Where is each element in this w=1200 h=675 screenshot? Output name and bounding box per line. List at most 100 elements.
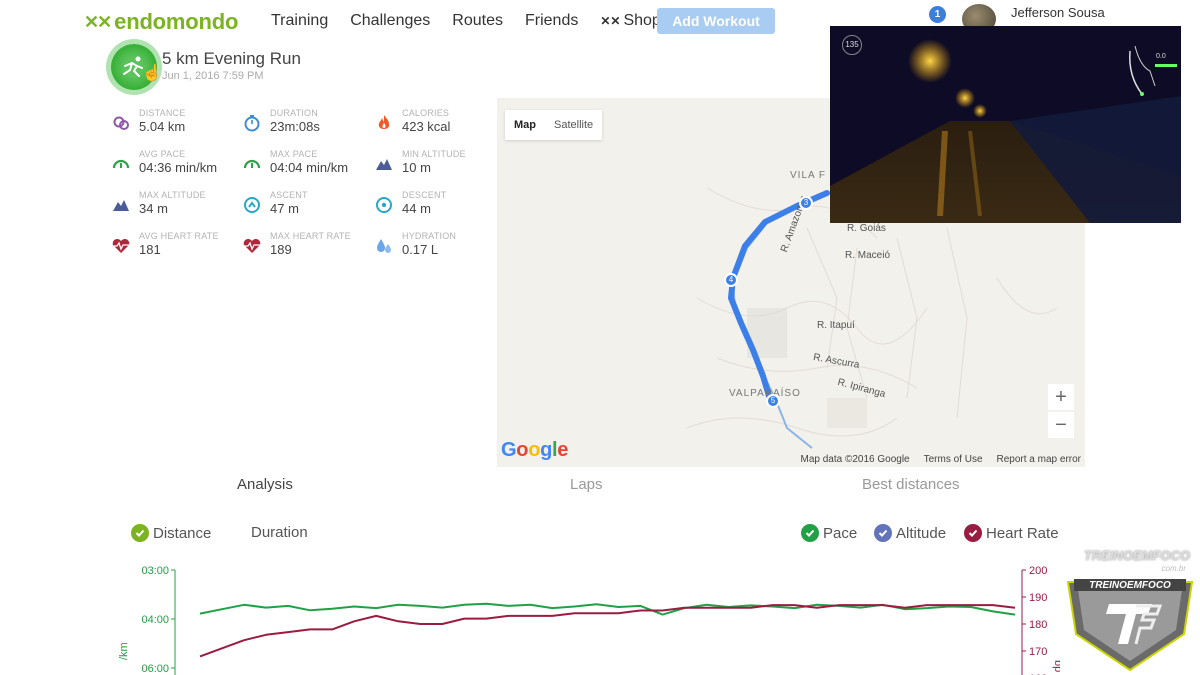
route-marker[interactable]: 4 [724, 273, 738, 287]
stat-duration: DURATION 23m:08s [241, 108, 373, 137]
treino-em-foco-watermark: TREINOEMFOCO com.br TREINOEMFOCO [1064, 542, 1196, 675]
route-marker[interactable]: 5 [766, 394, 780, 408]
stat-value: 5.04 km [139, 119, 186, 134]
workout-stats: DISTANCE 5.04 km DURATION 23m:08s CALORIES 42… [110, 108, 490, 260]
user-name[interactable]: Jefferson Sousa [1011, 5, 1105, 20]
tab-satellite[interactable]: Satellite [545, 110, 602, 140]
stat-label: ASCENT [270, 190, 308, 200]
under-armour-icon: ✕✕ [600, 14, 621, 28]
stat-avg-heart-rate: AVG HEART RATE 181 [110, 231, 241, 260]
nav-routes[interactable]: Routes [452, 12, 503, 30]
tab-map[interactable]: Map [505, 110, 545, 140]
zoom-in-button[interactable]: + [1048, 384, 1074, 410]
toggle-duration-label: Duration [251, 524, 308, 541]
stat-label: DESCENT [402, 190, 447, 200]
speedometer-icon [110, 154, 132, 174]
google-logo: Google [501, 439, 569, 461]
y-tick-label-left: 03:00 [141, 565, 169, 577]
under-armour-icon: ✕✕ [84, 11, 112, 32]
night-road-video [830, 26, 1181, 223]
speedometer-icon [241, 154, 263, 174]
ascent-icon [241, 195, 263, 215]
stat-label: AVG PACE [139, 149, 186, 159]
stat-label: MAX ALTITUDE [139, 190, 206, 200]
stat-label: AVG HEART RATE [139, 231, 219, 241]
stat-max-altitude: MAX ALTITUDE 34 m [110, 190, 241, 219]
stat-label: MIN ALTITUDE [402, 149, 466, 159]
stat-value: 44 m [402, 201, 431, 216]
checkmark-icon [874, 524, 892, 542]
y-tick-label-right: 190 [1029, 592, 1047, 604]
mountain-icon [373, 154, 395, 174]
heart-rate-icon [110, 236, 132, 256]
stat-label: MAX PACE [270, 149, 318, 159]
hand-cursor-icon: ☝ [142, 65, 162, 82]
nav-friends[interactable]: Friends [525, 12, 578, 30]
add-workout-button[interactable]: Add Workout [657, 8, 775, 34]
toggle-pace[interactable]: Pace [801, 524, 857, 542]
stat-value: 23m:08s [270, 119, 320, 134]
terms-link[interactable]: Terms of Use [924, 454, 983, 465]
main-nav: Training Challenges Routes Friends ✕✕ Sho… [271, 12, 661, 30]
map-data-attribution: Map data ©2016 Google [800, 454, 910, 465]
checkmark-icon [801, 524, 819, 542]
toggle-altitude-label: Altitude [896, 524, 947, 542]
stat-min-altitude: MIN ALTITUDE 10 m [373, 149, 490, 178]
stat-value: 04:36 min/km [139, 160, 218, 175]
report-map-error-link[interactable]: Report a map error [997, 454, 1081, 465]
y-tick-label-right: 180 [1029, 619, 1047, 631]
stat-value: 04:04 min/km [270, 160, 349, 175]
notification-badge[interactable]: 1 [929, 6, 946, 23]
stat-calories: CALORIES 423 kcal [373, 108, 490, 137]
workout-date: Jun 1, 2016 7:59 PM [162, 70, 264, 82]
video-overlay[interactable]: 135 0.0 [830, 26, 1181, 223]
checkmark-icon [131, 524, 149, 542]
tab-laps[interactable]: Laps [570, 476, 603, 493]
descent-icon [373, 195, 395, 215]
y-axis-label-right: bp [1052, 660, 1060, 672]
tab-best-distances[interactable]: Best distances [862, 476, 960, 493]
street-label: VILA F [790, 170, 827, 181]
logo-text: endomondo [114, 9, 239, 34]
stopwatch-icon [241, 113, 263, 133]
toggle-distance[interactable]: Distance [131, 524, 211, 542]
stat-max-heart-rate: MAX HEART RATE 189 [241, 231, 373, 260]
stat-value: 189 [270, 242, 292, 257]
nav-challenges[interactable]: Challenges [350, 12, 430, 30]
toggle-pace-label: Pace [823, 524, 858, 542]
stat-value: 181 [139, 242, 161, 257]
toggle-heart-rate[interactable]: Heart Rate [964, 524, 1059, 542]
nav-training[interactable]: Training [271, 12, 328, 30]
map-type-tabs: Map Satellite [505, 110, 603, 140]
y-tick-label-right: 200 [1029, 565, 1047, 577]
endomondo-logo[interactable]: ✕✕ endomondo [84, 9, 238, 35]
toggle-distance-label: Distance [153, 524, 212, 542]
toggle-heart-rate-label: Heart Rate [986, 524, 1059, 542]
stat-max-pace: MAX PACE 04:04 min/km [241, 149, 373, 178]
stat-label: DISTANCE [139, 108, 186, 118]
stat-value: 47 m [270, 201, 299, 216]
zoom-out-button[interactable]: − [1048, 412, 1074, 438]
map-footer: Map data ©2016 Google Terms of Use Repor… [800, 454, 1081, 465]
heart-rate-icon [241, 236, 263, 256]
toggle-altitude[interactable]: Altitude [874, 524, 946, 542]
nav-shop-label: Shop [623, 12, 661, 29]
route-marker[interactable]: 3 [799, 196, 813, 210]
stat-label: DURATION [270, 108, 318, 118]
workout-title: 5 km Evening Run [162, 49, 301, 68]
analysis-chart-svg: 03:0004:0006:00/km200190180170160bp [118, 565, 1064, 675]
toggle-duration[interactable]: Duration [251, 524, 308, 541]
y-tick-label-left: 06:00 [141, 663, 169, 675]
distance-readout: 0.0 [1156, 53, 1166, 60]
tab-analysis[interactable]: Analysis [237, 476, 293, 493]
series-line-heart-rate [199, 604, 1016, 658]
nav-shop[interactable]: ✕✕ Shop [600, 12, 660, 30]
analysis-chart[interactable]: 03:0004:0006:00/km200190180170160bp [110, 560, 1064, 675]
street-label: R. Maceió [845, 250, 891, 261]
stat-avg-pace: AVG PACE 04:36 min/km [110, 149, 241, 178]
treino-em-foco-shield-icon [1066, 579, 1194, 672]
stat-distance: DISTANCE 5.04 km [110, 108, 241, 137]
stat-hydration: HYDRATION 0.17 L [373, 231, 490, 260]
watermark-badge-text: TREINOEMFOCO [1089, 580, 1171, 591]
stat-value: 10 m [402, 160, 431, 175]
